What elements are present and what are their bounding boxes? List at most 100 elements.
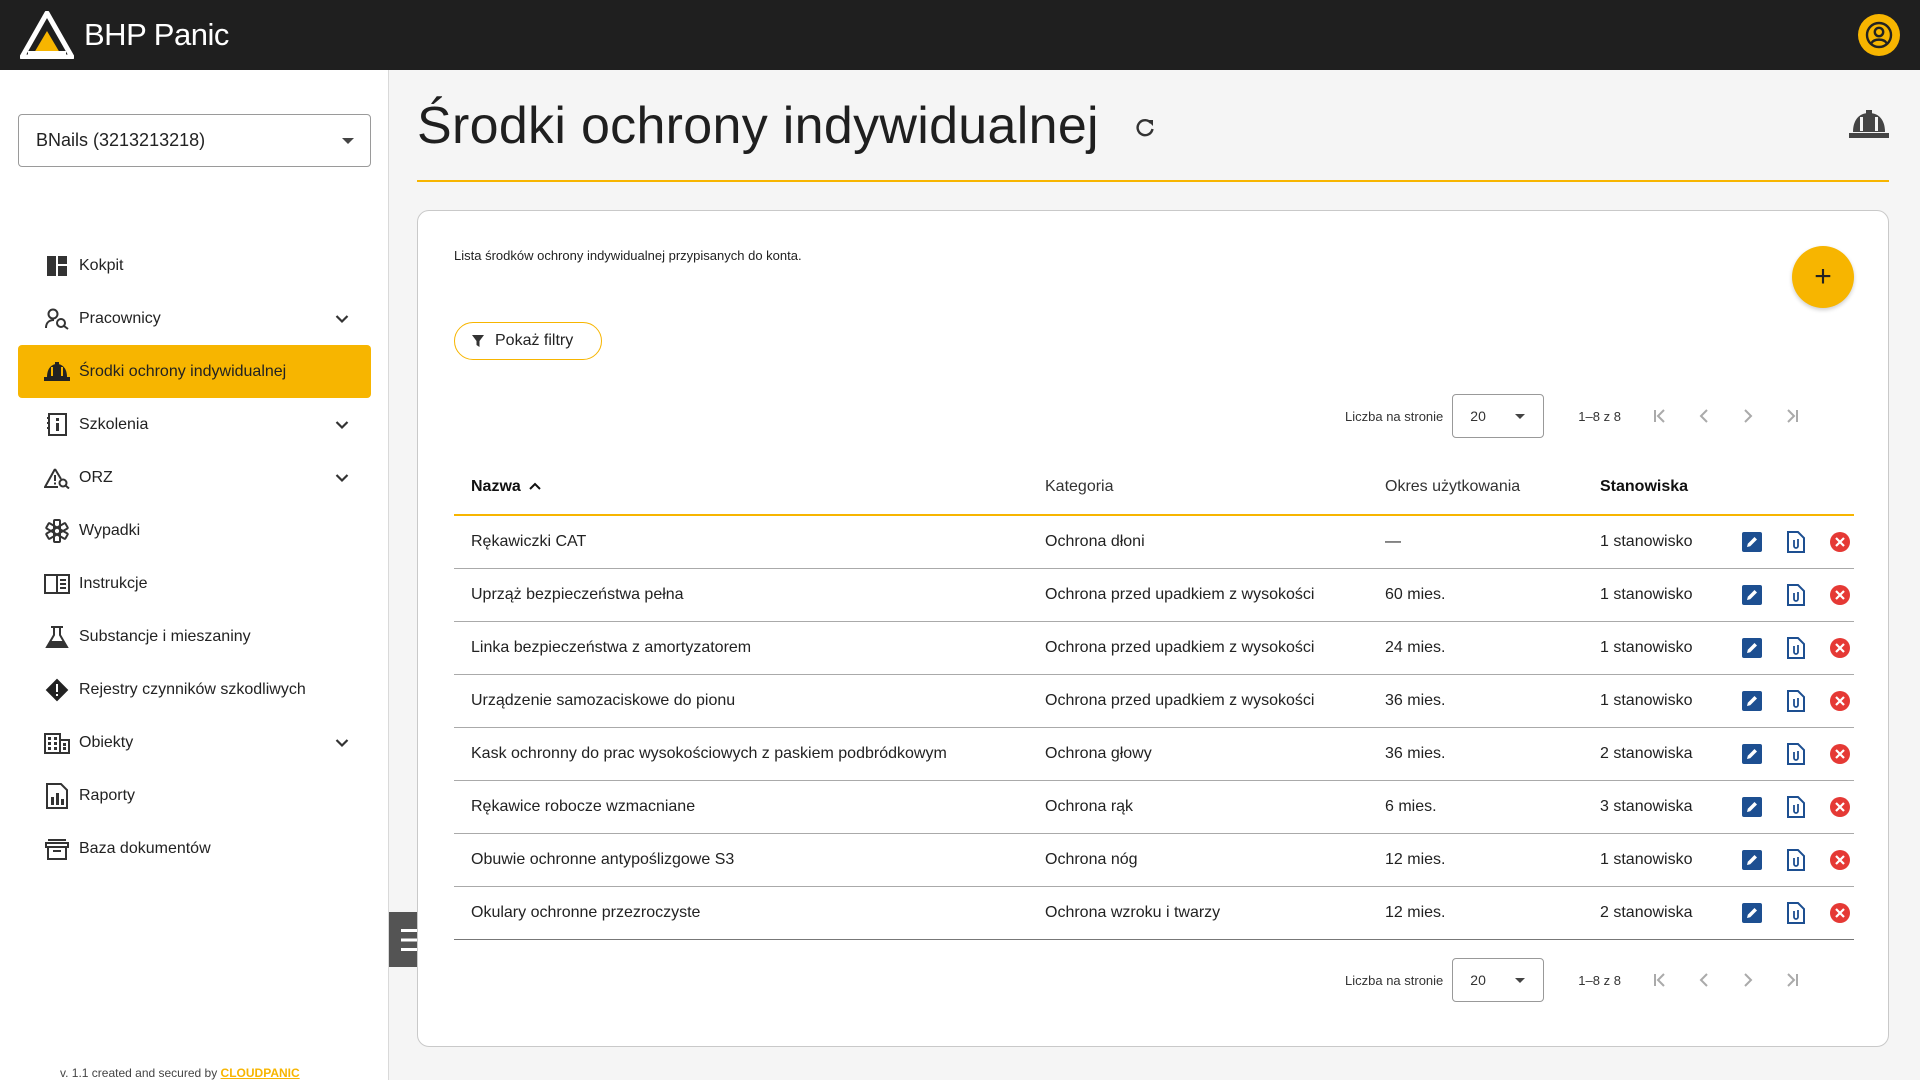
table-row[interactable]: Urządzenie samozaciskowe do pionu Ochrona…	[454, 674, 1854, 728]
company-select[interactable]: BNails (3213213218)	[18, 114, 371, 167]
cell-actions	[1723, 780, 1854, 834]
chevron-down-icon[interactable]	[335, 735, 349, 753]
cell-category: Ochrona rąk	[1028, 780, 1368, 834]
add-ppe-button[interactable]: +	[1792, 246, 1854, 308]
per-page-label: Liczba na stronie	[1345, 972, 1444, 988]
cell-period: 6 mies.	[1368, 780, 1583, 834]
cell-name: Obuwie ochronne antypoślizgowe S3	[454, 833, 1028, 887]
attachment-document-icon[interactable]	[1784, 742, 1808, 766]
table-row[interactable]: Kask ochronny do prac wysokościowych z p…	[454, 727, 1854, 781]
cell-actions	[1723, 515, 1854, 569]
column-header-period[interactable]: Okres użytkowania	[1368, 460, 1583, 516]
delete-icon[interactable]	[1828, 530, 1852, 554]
cell-period: 60 mies.	[1368, 568, 1583, 622]
delete-icon[interactable]	[1828, 901, 1852, 925]
show-filters-button[interactable]: Pokaż filtry	[454, 322, 602, 360]
delete-icon[interactable]	[1828, 742, 1852, 766]
edit-icon[interactable]	[1740, 742, 1764, 766]
sidebar-item-kokpit[interactable]: Kokpit	[18, 239, 371, 292]
chevron-down-icon[interactable]	[335, 470, 349, 488]
edit-icon[interactable]	[1740, 689, 1764, 713]
delete-icon[interactable]	[1828, 636, 1852, 660]
per-page-select[interactable]: 20	[1452, 394, 1545, 438]
cell-actions	[1723, 674, 1854, 728]
list-description: Lista środków ochrony indywidualnej przy…	[454, 248, 802, 263]
sidebar-item-orz[interactable]: ORZ	[18, 451, 371, 504]
report-icon	[44, 782, 70, 809]
next-page-button[interactable]	[1726, 394, 1770, 438]
sidebar-item-rejestry-czynnikow-szkodliwych[interactable]: Rejestry czynników szkodliwych	[18, 663, 371, 716]
chevron-down-icon[interactable]	[335, 417, 349, 435]
attachment-document-icon[interactable]	[1784, 583, 1808, 607]
column-header-label: Stanowiska	[1600, 478, 1689, 495]
hazard-diamond-icon	[44, 677, 70, 703]
sidebar: BNails (3213213218) Kokpit Pracownicy Środ…	[0, 70, 389, 1080]
app-logo[interactable]: BHP Panic	[20, 11, 229, 59]
first-page-button[interactable]	[1638, 958, 1682, 1002]
delete-icon[interactable]	[1828, 795, 1852, 819]
filter-icon	[472, 335, 484, 347]
person-search-icon	[44, 306, 70, 332]
prev-page-button[interactable]	[1682, 958, 1726, 1002]
sidebar-item-instrukcje[interactable]: Instrukcje	[18, 557, 371, 610]
table-row[interactable]: Obuwie ochronne antypoślizgowe S3 Ochrona…	[454, 833, 1854, 887]
sidebar-item-label: Baza dokumentów	[79, 839, 211, 857]
sidebar-item-label: Raporty	[79, 786, 136, 804]
refresh-icon	[1136, 118, 1154, 137]
sidebar-item-raporty[interactable]: Raporty	[18, 769, 371, 822]
column-header-name[interactable]: Nazwa	[454, 460, 1028, 516]
sidebar-item-obiekty[interactable]: Obiekty	[18, 716, 371, 769]
attachment-document-icon[interactable]	[1784, 901, 1808, 925]
plus-icon: +	[1814, 260, 1832, 293]
first-page-button[interactable]	[1638, 394, 1682, 438]
cell-name: Urządzenie samozaciskowe do pionu	[454, 674, 1028, 728]
top-bar: BHP Panic	[0, 0, 1920, 70]
last-page-button[interactable]	[1770, 958, 1814, 1002]
sidebar-item-baza-dokumentow[interactable]: Baza dokumentów	[18, 822, 371, 875]
delete-icon[interactable]	[1828, 848, 1852, 872]
sidebar-item-substancje-i-mieszaniny[interactable]: Substancje i mieszaniny	[18, 610, 371, 663]
sidebar-item-szkolenia[interactable]: Szkolenia	[18, 398, 371, 451]
attachment-document-icon[interactable]	[1784, 530, 1808, 554]
sidebar-item-wypadki[interactable]: Wypadki	[18, 504, 371, 557]
edit-icon[interactable]	[1740, 583, 1764, 607]
last-page-button[interactable]	[1770, 394, 1814, 438]
chevron-down-icon[interactable]	[335, 311, 349, 329]
per-page-select[interactable]: 20	[1452, 958, 1545, 1002]
edit-icon[interactable]	[1740, 795, 1764, 819]
next-page-button[interactable]	[1726, 958, 1770, 1002]
user-account-button[interactable]	[1858, 14, 1900, 56]
app-name: BHP Panic	[84, 17, 229, 52]
chevron-right-icon	[1744, 973, 1753, 987]
sidebar-item-pracownicy[interactable]: Pracownicy	[18, 292, 371, 345]
company-select-value: BNails (3213213218)	[36, 130, 206, 150]
table-row[interactable]: Rękawice robocze wzmacniane Ochrona rąk 6 …	[454, 780, 1854, 834]
attachment-document-icon[interactable]	[1784, 636, 1808, 660]
cell-category: Ochrona głowy	[1028, 727, 1368, 781]
book-icon	[44, 571, 70, 597]
table-row[interactable]: Rękawiczki CAT Ochrona dłoni —1 stanowisko	[454, 515, 1854, 569]
column-header-category[interactable]: Kategoria	[1028, 460, 1368, 516]
chevron-left-icon	[1699, 973, 1708, 987]
cell-actions	[1723, 621, 1854, 675]
table-row[interactable]: Linka bezpieczeństwa z amortyzatorem Ochr…	[454, 621, 1854, 675]
sidebar-item-label: Rejestry czynników szkodliwych	[79, 680, 306, 698]
table-row[interactable]: Uprząż bezpieczeństwa pełna Ochrona przed…	[454, 568, 1854, 622]
attachment-document-icon[interactable]	[1784, 795, 1808, 819]
edit-icon[interactable]	[1740, 901, 1764, 925]
cloudpanic-link[interactable]: CLOUDPANIC	[221, 1066, 300, 1080]
delete-icon[interactable]	[1828, 689, 1852, 713]
attachment-document-icon[interactable]	[1784, 848, 1808, 872]
edit-icon[interactable]	[1740, 848, 1764, 872]
table-body: Rękawiczki CAT Ochrona dłoni —1 stanowisko…	[454, 515, 1854, 940]
delete-icon[interactable]	[1828, 583, 1852, 607]
sidebar-item-label: Szkolenia	[79, 415, 149, 433]
table-row[interactable]: Okulary ochronne przezroczyste Ochrona wz…	[454, 886, 1854, 940]
sidebar-item-srodki-ochrony-indywidualnej[interactable]: Środki ochrony indywidualnej	[18, 345, 371, 398]
edit-icon[interactable]	[1740, 530, 1764, 554]
prev-page-button[interactable]	[1682, 394, 1726, 438]
edit-icon[interactable]	[1740, 636, 1764, 660]
attachment-document-icon[interactable]	[1784, 689, 1808, 713]
refresh-button[interactable]	[1134, 117, 1156, 144]
column-header-positions[interactable]: Stanowiska	[1583, 460, 1723, 516]
